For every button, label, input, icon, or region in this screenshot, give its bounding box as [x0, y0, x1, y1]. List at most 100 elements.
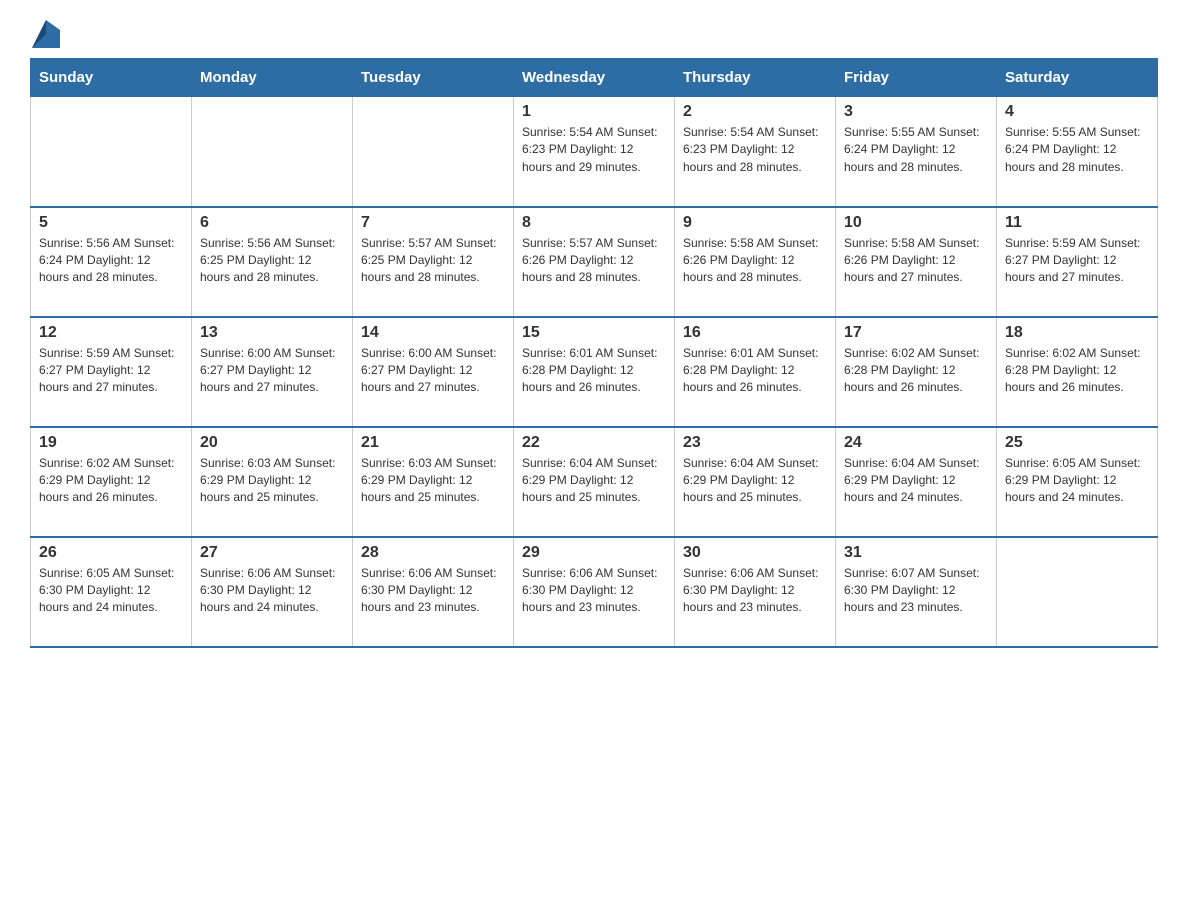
calendar-cell: 18 Sunrise: 6:02 AM Sunset: 6:28 PM Dayli…: [997, 317, 1158, 427]
calendar-cell: [192, 97, 353, 207]
day-info: Sunrise: 6:01 AM Sunset: 6:28 PM Dayligh…: [522, 345, 666, 397]
day-number: 25: [1005, 434, 1149, 452]
day-info: Sunrise: 6:04 AM Sunset: 6:29 PM Dayligh…: [522, 455, 666, 507]
day-info: Sunrise: 6:03 AM Sunset: 6:29 PM Dayligh…: [361, 455, 505, 507]
calendar-cell: 23Sunrise: 6:04 AM Sunset: 6:29 PM Dayli…: [675, 427, 836, 537]
day-info: Sunrise: 6:00 AM Sunset: 6:27 PM Dayligh…: [361, 345, 505, 397]
day-number: 14: [361, 324, 505, 342]
header-row: Sunday Monday Tuesday Wednesday Thursday…: [31, 59, 1158, 97]
day-info: Sunrise: 6:06 AM Sunset: 6:30 PM Dayligh…: [361, 565, 505, 617]
day-number: 17: [844, 324, 988, 342]
calendar-cell: 1Sunrise: 5:54 AM Sunset: 6:23 PM Daylig…: [514, 97, 675, 207]
day-number: 12: [39, 324, 183, 342]
day-info: Sunrise: 5:55 AM Sunset: 6:24 PM Dayligh…: [844, 124, 988, 176]
day-info: Sunrise: 6:06 AM Sunset: 6:30 PM Dayligh…: [200, 565, 344, 617]
calendar-cell: 16 Sunrise: 6:01 AM Sunset: 6:28 PM Dayli…: [675, 317, 836, 427]
day-number: 24: [844, 434, 988, 452]
calendar-cell: 21 Sunrise: 6:03 AM Sunset: 6:29 PM Dayli…: [353, 427, 514, 537]
day-number: 29: [522, 544, 666, 562]
calendar-cell: 12 Sunrise: 5:59 AM Sunset: 6:27 PM Dayli…: [31, 317, 192, 427]
calendar-cell: 28Sunrise: 6:06 AM Sunset: 6:30 PM Dayli…: [353, 537, 514, 647]
calendar-cell: 6Sunrise: 5:56 AM Sunset: 6:25 PM Daylig…: [192, 207, 353, 317]
calendar-cell: 7 Sunrise: 5:57 AM Sunset: 6:25 PM Daylig…: [353, 207, 514, 317]
calendar-cell: 8 Sunrise: 5:57 AM Sunset: 6:26 PM Daylig…: [514, 207, 675, 317]
day-info: Sunrise: 5:55 AM Sunset: 6:24 PM Dayligh…: [1005, 124, 1149, 176]
calendar-header: Sunday Monday Tuesday Wednesday Thursday…: [31, 59, 1158, 97]
day-number: 3: [844, 103, 988, 121]
day-number: 7: [361, 214, 505, 232]
day-number: 15: [522, 324, 666, 342]
day-number: 26: [39, 544, 183, 562]
day-info: Sunrise: 6:02 AM Sunset: 6:29 PM Dayligh…: [39, 455, 183, 507]
col-wednesday: Wednesday: [514, 59, 675, 97]
day-info: Sunrise: 6:05 AM Sunset: 6:30 PM Dayligh…: [39, 565, 183, 617]
day-number: 13: [200, 324, 344, 342]
calendar-cell: 19 Sunrise: 6:02 AM Sunset: 6:29 PM Dayli…: [31, 427, 192, 537]
page-header: [30, 20, 1158, 48]
day-number: 4: [1005, 103, 1149, 121]
day-number: 23: [683, 434, 827, 452]
day-number: 5: [39, 214, 183, 232]
calendar-week-row: 1 Sunrise: 5:54 AM Sunset: 6:23 PM Daylig…: [31, 97, 1158, 207]
calendar-cell: 25 Sunrise: 6:05 AM Sunset: 6:29 PM Dayli…: [997, 427, 1158, 537]
calendar-cell: 10Sunrise: 5:58 AM Sunset: 6:26 PM Dayli…: [836, 207, 997, 317]
calendar-week-row: 26 Sunrise: 6:05 AM Sunset: 6:30 PM Dayli…: [31, 537, 1158, 647]
day-number: 30: [683, 544, 827, 562]
calendar-cell: 31 Sunrise: 6:07 AM Sunset: 6:30 PM Dayli…: [836, 537, 997, 647]
day-number: 21: [361, 434, 505, 452]
calendar-cell: 14 Sunrise: 6:00 AM Sunset: 6:27 PM Dayli…: [353, 317, 514, 427]
day-number: 22: [522, 434, 666, 452]
calendar-cell: 3 Sunrise: 5:55 AM Sunset: 6:24 PM Daylig…: [836, 97, 997, 207]
day-info: Sunrise: 6:07 AM Sunset: 6:30 PM Dayligh…: [844, 565, 988, 617]
calendar-cell: 30 Sunrise: 6:06 AM Sunset: 6:30 PM Dayli…: [675, 537, 836, 647]
day-number: 2: [683, 103, 827, 121]
col-tuesday: Tuesday: [353, 59, 514, 97]
day-info: Sunrise: 5:57 AM Sunset: 6:25 PM Dayligh…: [361, 235, 505, 287]
day-info: Sunrise: 6:02 AM Sunset: 6:28 PM Dayligh…: [1005, 345, 1149, 397]
day-info: Sunrise: 5:59 AM Sunset: 6:27 PM Dayligh…: [39, 345, 183, 397]
calendar-cell: 5 Sunrise: 5:56 AM Sunset: 6:24 PM Daylig…: [31, 207, 192, 317]
calendar-cell: 15 Sunrise: 6:01 AM Sunset: 6:28 PM Dayli…: [514, 317, 675, 427]
day-info: Sunrise: 6:04 AM Sunset: 6:29 PM Dayligh…: [844, 455, 988, 507]
calendar-cell: 22 Sunrise: 6:04 AM Sunset: 6:29 PM Dayli…: [514, 427, 675, 537]
day-info: Sunrise: 6:01 AM Sunset: 6:28 PM Dayligh…: [683, 345, 827, 397]
calendar-cell: 13 Sunrise: 6:00 AM Sunset: 6:27 PM Dayli…: [192, 317, 353, 427]
calendar-cell: 20 Sunrise: 6:03 AM Sunset: 6:29 PM Dayli…: [192, 427, 353, 537]
calendar-cell: 4 Sunrise: 5:55 AM Sunset: 6:24 PM Daylig…: [997, 97, 1158, 207]
logo-icon: [32, 20, 60, 48]
day-info: Sunrise: 5:54 AM Sunset: 6:23 PM Dayligh…: [683, 124, 827, 176]
calendar-body: 1 Sunrise: 5:54 AM Sunset: 6:23 PM Daylig…: [31, 97, 1158, 647]
logo: [30, 20, 62, 48]
day-number: 27: [200, 544, 344, 562]
day-number: 16: [683, 324, 827, 342]
day-info: Sunrise: 5:56 AM Sunset: 6:24 PM Dayligh…: [39, 235, 183, 287]
day-info: Sunrise: 5:57 AM Sunset: 6:26 PM Dayligh…: [522, 235, 666, 287]
calendar-cell: 11 Sunrise: 5:59 AM Sunset: 6:27 PM Dayli…: [997, 207, 1158, 317]
day-number: 1: [522, 103, 666, 121]
day-info: Sunrise: 6:06 AM Sunset: 6:30 PM Dayligh…: [683, 565, 827, 617]
day-number: 11: [1005, 214, 1149, 232]
day-info: Sunrise: 5:58 AM Sunset: 6:26 PM Dayligh…: [844, 235, 988, 287]
day-info: Sunrise: 6:03 AM Sunset: 6:29 PM Dayligh…: [200, 455, 344, 507]
day-number: 20: [200, 434, 344, 452]
day-info: Sunrise: 5:56 AM Sunset: 6:25 PM Dayligh…: [200, 235, 344, 287]
day-number: 8: [522, 214, 666, 232]
day-number: 31: [844, 544, 988, 562]
day-info: Sunrise: 6:05 AM Sunset: 6:29 PM Dayligh…: [1005, 455, 1149, 507]
day-info: Sunrise: 5:58 AM Sunset: 6:26 PM Dayligh…: [683, 235, 827, 287]
calendar-table: Sunday Monday Tuesday Wednesday Thursday…: [30, 58, 1158, 648]
day-info: Sunrise: 5:59 AM Sunset: 6:27 PM Dayligh…: [1005, 235, 1149, 287]
col-sunday: Sunday: [31, 59, 192, 97]
day-info: Sunrise: 6:06 AM Sunset: 6:30 PM Dayligh…: [522, 565, 666, 617]
calendar-cell: [353, 97, 514, 207]
col-monday: Monday: [192, 59, 353, 97]
day-number: 19: [39, 434, 183, 452]
calendar-cell: 26 Sunrise: 6:05 AM Sunset: 6:30 PM Dayli…: [31, 537, 192, 647]
day-number: 18: [1005, 324, 1149, 342]
calendar-week-row: 12 Sunrise: 5:59 AM Sunset: 6:27 PM Dayli…: [31, 317, 1158, 427]
day-info: Sunrise: 6:00 AM Sunset: 6:27 PM Dayligh…: [200, 345, 344, 397]
calendar-cell: 27 Sunrise: 6:06 AM Sunset: 6:30 PM Dayli…: [192, 537, 353, 647]
calendar-cell: [997, 537, 1158, 647]
calendar-cell: 17Sunrise: 6:02 AM Sunset: 6:28 PM Dayli…: [836, 317, 997, 427]
calendar-cell: 24 Sunrise: 6:04 AM Sunset: 6:29 PM Dayli…: [836, 427, 997, 537]
